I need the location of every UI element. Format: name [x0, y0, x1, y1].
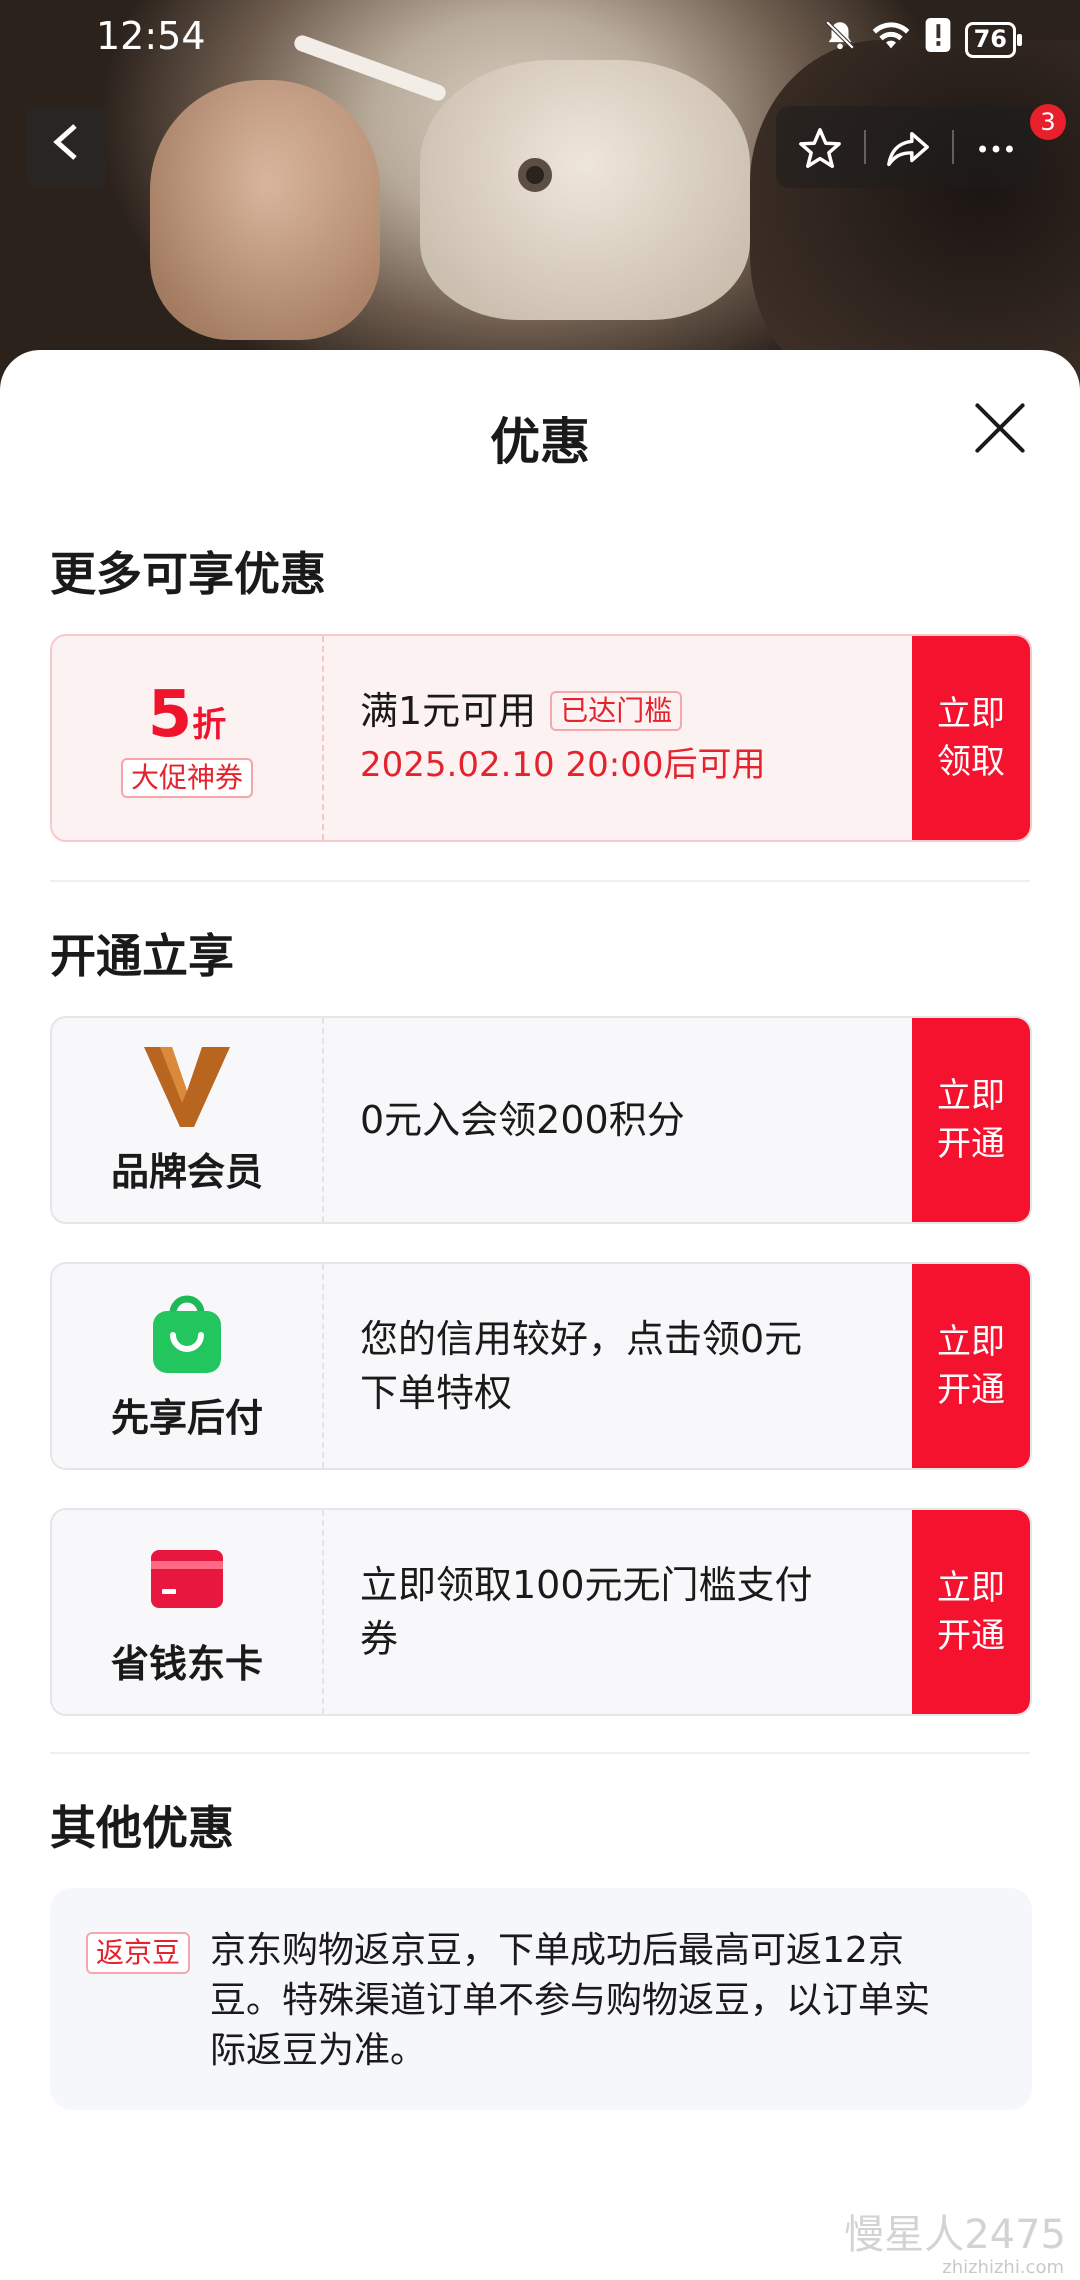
bell-muted-icon — [823, 18, 857, 61]
offers-sheet: 优惠 更多可享优惠 5折 大促神券 满1元可用 已达门槛 2025.02.10 … — [0, 350, 1080, 2280]
discount-unit: 折 — [192, 705, 227, 745]
section-divider — [50, 880, 1030, 882]
watermark-site: zhizhizhi.com — [942, 2257, 1064, 2278]
section-title-other: 其他优惠 — [50, 1801, 234, 1855]
service-desc-line-1: 立即领取100元无门槛支付 — [360, 1563, 813, 1607]
coupon-condition: 满1元可用 — [360, 689, 537, 733]
photo-hair — [750, 40, 1080, 400]
coupon-left: 5折 大促神券 — [52, 636, 324, 840]
alert-icon — [925, 18, 951, 61]
claim-coupon-button[interactable]: 立即 领取 — [912, 636, 1030, 840]
section-title-open: 开通立享 — [50, 929, 234, 983]
service-desc-line-1: 0元入会领200积分 — [360, 1098, 685, 1142]
status-icons: 76 — [823, 18, 1023, 61]
cta-line-2: 开通 — [937, 1370, 1005, 1410]
notification-badge: 3 — [1030, 104, 1066, 140]
favorite-button[interactable] — [776, 106, 864, 188]
cta-line-1: 立即 — [937, 694, 1005, 734]
more-button[interactable] — [952, 106, 1040, 188]
discount-value: 5 — [147, 678, 193, 752]
other-text-line-2: 豆。特殊渠道订单不参与购物返豆，以订单实 — [210, 1980, 931, 2021]
share-arrow-icon — [885, 121, 931, 172]
service-name: 先享后付 — [110, 1395, 263, 1440]
star-icon — [797, 121, 843, 172]
shopping-bag-icon — [142, 1291, 232, 1375]
chevron-left-icon — [51, 122, 81, 173]
service-desc-line-2: 下单特权 — [360, 1371, 513, 1415]
open-pay-later-button[interactable]: 立即 开通 — [912, 1264, 1030, 1468]
jd-bean-tag: 返京豆 — [86, 1932, 191, 1974]
photo-hand — [150, 80, 380, 340]
cta-line-2: 开通 — [937, 1616, 1005, 1656]
card-icon — [142, 1537, 232, 1621]
service-desc-line-1: 您的信用较好，点击领0元 — [360, 1317, 803, 1361]
coupon-discount: 5折 — [148, 678, 227, 752]
other-text-line-3: 际返豆为准。 — [210, 2030, 427, 2071]
service-desc-line-2: 券 — [360, 1617, 399, 1661]
more-dots-icon — [973, 121, 1019, 172]
service-left: 省钱东卡 — [52, 1510, 324, 1714]
top-actions — [776, 106, 1040, 188]
battery-indicator: 76 — [964, 21, 1023, 58]
coupon-info: 满1元可用 已达门槛 2025.02.10 20:00后可用 — [324, 636, 912, 840]
photo-grommet — [518, 158, 552, 192]
cta-line-2: 开通 — [937, 1124, 1005, 1164]
cta-line-1: 立即 — [937, 1076, 1005, 1116]
coupon-type-tag: 大促神券 — [120, 758, 253, 798]
sheet-title: 优惠 — [490, 413, 590, 471]
threshold-tag: 已达门槛 — [550, 691, 683, 731]
service-desc: 立即领取100元无门槛支付 券 — [324, 1510, 912, 1714]
cta-line-1: 立即 — [937, 1322, 1005, 1362]
service-name: 省钱东卡 — [110, 1641, 263, 1686]
cta-line-1: 立即 — [937, 1568, 1005, 1608]
coupon-card: 5折 大促神券 满1元可用 已达门槛 2025.02.10 20:00后可用 立… — [50, 634, 1032, 842]
photo-collar — [420, 60, 750, 320]
service-name: 品牌会员 — [110, 1149, 263, 1194]
other-offer-box: 返京豆 京东购物返京豆，下单成功后最高可返12京 豆。特殊渠道订单不参与购物返豆… — [50, 1888, 1032, 2110]
open-brand-member-button[interactable]: 立即 开通 — [912, 1018, 1030, 1222]
service-card-brand-member: 品牌会员 0元入会领200积分 立即 开通 — [50, 1016, 1032, 1224]
share-button[interactable] — [864, 106, 952, 188]
cta-line-2: 领取 — [937, 742, 1005, 782]
service-desc: 0元入会领200积分 — [324, 1018, 912, 1222]
section-title-more: 更多可享优惠 — [50, 547, 326, 601]
service-desc: 您的信用较好，点击领0元 下单特权 — [324, 1264, 912, 1468]
coupon-valid-time: 2025.02.10 20:00后可用 — [360, 745, 766, 785]
service-left: 品牌会员 — [52, 1018, 324, 1222]
service-card-saving-card: 省钱东卡 立即领取100元无门槛支付 券 立即 开通 — [50, 1508, 1032, 1716]
back-button[interactable] — [26, 106, 106, 188]
section-divider — [50, 1752, 1030, 1754]
coupon-condition-row: 满1元可用 已达门槛 — [360, 684, 912, 738]
status-time: 12:54 — [96, 14, 206, 58]
brand-v-icon — [142, 1045, 232, 1129]
other-offer-text: 京东购物返京豆，下单成功后最高可返12京 豆。特殊渠道订单不参与购物返豆，以订单… — [210, 1926, 930, 2110]
close-button[interactable] — [970, 398, 1030, 458]
open-saving-card-button[interactable]: 立即 开通 — [912, 1510, 1030, 1714]
service-left: 先享后付 — [52, 1264, 324, 1468]
other-text-line-1: 京东购物返京豆，下单成功后最高可返12京 — [210, 1930, 904, 1971]
service-card-pay-later: 先享后付 您的信用较好，点击领0元 下单特权 立即 开通 — [50, 1262, 1032, 1470]
watermark: 慢星人2475 — [844, 2212, 1066, 2258]
wifi-icon — [871, 18, 911, 61]
status-bar: 12:54 76 — [0, 0, 1080, 80]
